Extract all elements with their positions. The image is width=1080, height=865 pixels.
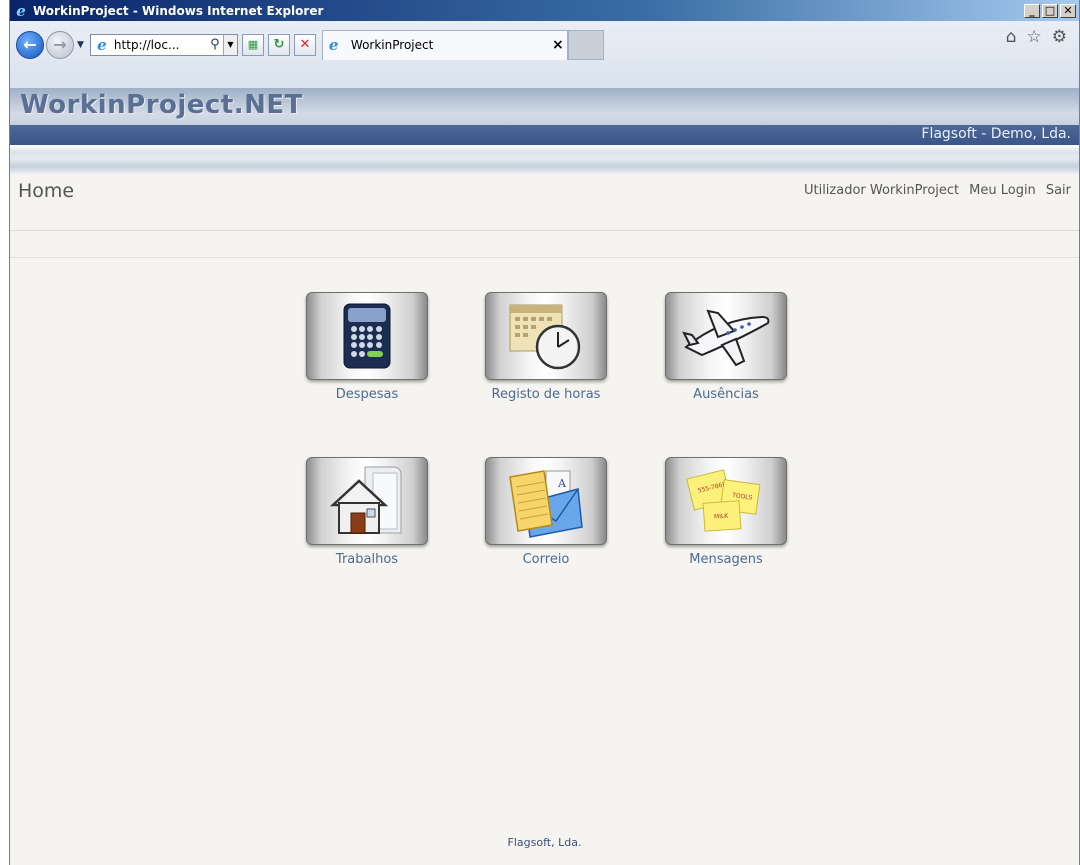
tile-label[interactable]: Registo de horas	[483, 387, 609, 402]
sticky-notes-icon: 555-786! TOOLS MILK	[686, 469, 761, 532]
tile-mensagens[interactable]: 555-786! TOOLS MILK Mensagens	[663, 457, 789, 567]
tile-label[interactable]: Ausências	[663, 387, 789, 402]
stop-icon: ✕	[299, 37, 311, 52]
sub-toolbar	[10, 231, 1079, 258]
mail-envelope-icon: A	[509, 470, 583, 538]
tile-registo-de-horas[interactable]: Registo de horas	[483, 292, 609, 402]
tile-mensagens-button[interactable]: 555-786! TOOLS MILK	[665, 457, 787, 545]
favorites-star-icon[interactable]: ☆	[1027, 27, 1042, 47]
close-button[interactable]: ✕	[1060, 3, 1076, 18]
maximize-button[interactable]: □	[1042, 3, 1058, 18]
logout-link[interactable]: Sair	[1046, 183, 1071, 198]
tile-despesas-button[interactable]	[306, 292, 428, 380]
user-links: Utilizador WorkinProject Meu Login Sair	[804, 183, 1071, 198]
page-header: Home Utilizador WorkinProject Meu Login …	[10, 174, 1079, 231]
user-name: Utilizador WorkinProject	[803, 183, 960, 198]
footer-company: Flagsoft, Lda.	[507, 836, 582, 849]
tile-trabalhos[interactable]: Trabalhos	[304, 457, 430, 567]
tile-correio-button[interactable]: A	[485, 457, 607, 545]
history-dropdown-icon[interactable]: ▼	[77, 40, 84, 50]
address-bar[interactable]: e http://loc... ⚲ ▼	[89, 33, 238, 56]
window-title: WorkinProject - Windows Internet Explore…	[33, 3, 324, 18]
brand-name: WorkinProject.NET	[20, 90, 303, 120]
minimize-button[interactable]: _	[1024, 3, 1040, 18]
title-bar: e WorkinProject - Windows Internet Explo…	[10, 0, 1079, 21]
house-folder-icon	[329, 466, 402, 534]
compatibility-view-button[interactable]: ▦	[241, 33, 264, 56]
forward-button[interactable]: →	[46, 30, 74, 59]
tab-close-icon[interactable]: ×	[549, 37, 567, 53]
tile-correio[interactable]: A Correio	[483, 457, 609, 567]
search-icon[interactable]: ⚲	[207, 37, 223, 52]
page-favicon-icon: e	[97, 35, 107, 54]
calculator-icon	[343, 303, 391, 369]
forward-arrow-icon: →	[53, 35, 67, 54]
tile-registo-button[interactable]	[485, 292, 607, 380]
refresh-icon: ↻	[273, 37, 285, 52]
tile-ausencias[interactable]: Ausências	[663, 292, 789, 402]
refresh-button[interactable]: ↻	[267, 33, 290, 56]
tab-favicon-icon: e	[328, 36, 339, 54]
new-tab-button[interactable]	[567, 29, 604, 60]
brand-header: WorkinProject.NET	[10, 88, 1079, 125]
tile-label[interactable]: Trabalhos	[304, 552, 430, 567]
company-bar: Flagsoft - Demo, Lda.	[10, 125, 1079, 145]
calendar-clock-icon	[509, 304, 581, 370]
home-icon[interactable]: ⌂	[1006, 27, 1017, 47]
tile-ausencias-button[interactable]	[665, 292, 787, 380]
decorative-stripe	[10, 145, 1079, 174]
page-title: Home	[18, 180, 75, 202]
back-button[interactable]: ←	[16, 30, 44, 59]
tools-gear-icon[interactable]: ⚙	[1052, 27, 1067, 47]
company-name: Flagsoft - Demo, Lda.	[921, 126, 1071, 142]
svg-text:A: A	[557, 477, 567, 490]
tile-label[interactable]: Mensagens	[663, 552, 789, 567]
ie-logo-icon: e	[16, 1, 26, 20]
address-url[interactable]: http://loc...	[114, 38, 207, 52]
compatibility-icon: ▦	[247, 38, 259, 51]
stop-button[interactable]: ✕	[293, 33, 316, 56]
svg-text:MILK: MILK	[714, 512, 730, 520]
airplane-icon	[682, 309, 770, 367]
tile-trabalhos-button[interactable]	[306, 457, 428, 545]
tab-workinproject[interactable]: e WorkinProject ×	[321, 29, 568, 60]
address-dropdown-icon[interactable]: ▼	[222, 34, 237, 55]
navigation-bar: ← → ▼ e http://loc... ⚲ ▼ ▦ ↻ ✕ e Workin…	[10, 21, 1079, 88]
browser-window: e WorkinProject - Windows Internet Explo…	[9, 0, 1080, 865]
tile-label[interactable]: Correio	[483, 552, 609, 567]
tile-label[interactable]: Despesas	[304, 387, 430, 402]
my-login-link[interactable]: Meu Login	[969, 183, 1036, 198]
back-arrow-icon: ←	[23, 35, 37, 54]
tile-despesas[interactable]: Despesas	[304, 292, 430, 402]
tab-title: WorkinProject	[350, 38, 434, 52]
